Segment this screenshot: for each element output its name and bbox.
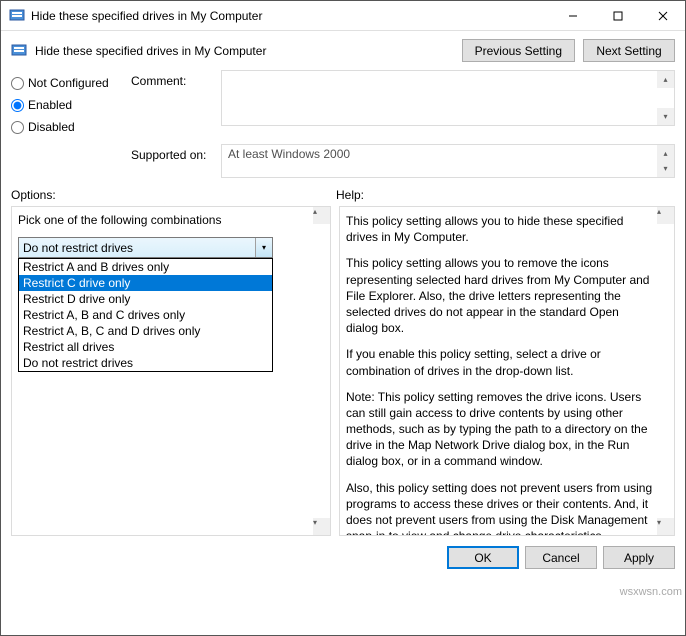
ok-button[interactable]: OK — [447, 546, 519, 569]
minimize-button[interactable] — [550, 1, 595, 30]
policy-title: Hide these specified drives in My Comput… — [35, 44, 454, 58]
close-button[interactable] — [640, 1, 685, 30]
radio-enabled[interactable]: Enabled — [11, 94, 131, 116]
scroll-up-icon[interactable]: ▴ — [657, 71, 674, 88]
header: Hide these specified drives in My Comput… — [1, 31, 685, 70]
title-bar: Hide these specified drives in My Comput… — [1, 1, 685, 31]
radio-not-configured[interactable]: Not Configured — [11, 72, 131, 94]
drive-combo-item[interactable]: Restrict A, B, C and D drives only — [19, 323, 272, 339]
app-icon — [9, 8, 25, 24]
radio-disabled-input[interactable] — [11, 121, 24, 134]
help-p: This policy setting allows you to remove… — [346, 255, 654, 336]
dialog-footer: OK Cancel Apply — [1, 536, 685, 579]
chevron-down-icon[interactable]: ▾ — [255, 238, 272, 257]
comment-label: Comment: — [131, 70, 221, 88]
scroll-down-icon[interactable]: ▾ — [657, 518, 674, 535]
scroll-up-icon[interactable]: ▴ — [657, 207, 674, 224]
drive-combo-item[interactable]: Restrict C drive only — [19, 275, 272, 291]
drive-combo-selected: Do not restrict drives — [19, 238, 255, 257]
state-radios: Not Configured Enabled Disabled — [11, 70, 131, 138]
help-p: If you enable this policy setting, selec… — [346, 346, 654, 378]
drive-combo-item[interactable]: Restrict A, B and C drives only — [19, 307, 272, 323]
scroll-down-icon[interactable]: ▾ — [657, 160, 674, 177]
apply-button[interactable]: Apply — [603, 546, 675, 569]
drive-combo[interactable]: Do not restrict drives ▾ Restrict A and … — [18, 237, 273, 258]
policy-icon — [11, 43, 27, 59]
scroll-down-icon[interactable]: ▾ — [313, 518, 330, 535]
combo-label: Pick one of the following combinations — [18, 213, 324, 227]
drive-combo-item[interactable]: Restrict all drives — [19, 339, 272, 355]
radio-enabled-label: Enabled — [28, 98, 72, 112]
drive-combo-item[interactable]: Restrict A and B drives only — [19, 259, 272, 275]
options-panel: Pick one of the following combinations D… — [11, 206, 331, 536]
cancel-button[interactable]: Cancel — [525, 546, 597, 569]
options-label: Options: — [11, 188, 336, 202]
watermark: wsxwsn.com — [620, 586, 682, 598]
supported-value: At least Windows 2000 — [228, 147, 350, 161]
previous-setting-button[interactable]: Previous Setting — [462, 39, 575, 62]
radio-disabled-label: Disabled — [28, 120, 75, 134]
supported-label: Supported on: — [131, 144, 221, 178]
next-setting-button[interactable]: Next Setting — [583, 39, 675, 62]
help-label: Help: — [336, 188, 675, 202]
comment-textarea[interactable]: ▴ ▾ — [221, 70, 675, 126]
radio-not-configured-label: Not Configured — [28, 76, 109, 90]
radio-disabled[interactable]: Disabled — [11, 116, 131, 138]
supported-text: At least Windows 2000 ▴ ▾ — [221, 144, 675, 178]
scroll-down-icon[interactable]: ▾ — [657, 108, 674, 125]
help-p: This policy setting allows you to hide t… — [346, 213, 654, 245]
drive-combo-list[interactable]: Restrict A and B drives onlyRestrict C d… — [18, 258, 273, 372]
drive-combo-item[interactable]: Do not restrict drives — [19, 355, 272, 371]
radio-not-configured-input[interactable] — [11, 77, 24, 90]
radio-enabled-input[interactable] — [11, 99, 24, 112]
help-p: Also, this policy setting does not preve… — [346, 480, 654, 536]
help-p: Note: This policy setting removes the dr… — [346, 389, 654, 470]
maximize-button[interactable] — [595, 1, 640, 30]
scroll-up-icon[interactable]: ▴ — [313, 207, 330, 224]
help-panel: This policy setting allows you to hide t… — [339, 206, 675, 536]
window-title: Hide these specified drives in My Comput… — [31, 9, 550, 23]
drive-combo-item[interactable]: Restrict D drive only — [19, 291, 272, 307]
